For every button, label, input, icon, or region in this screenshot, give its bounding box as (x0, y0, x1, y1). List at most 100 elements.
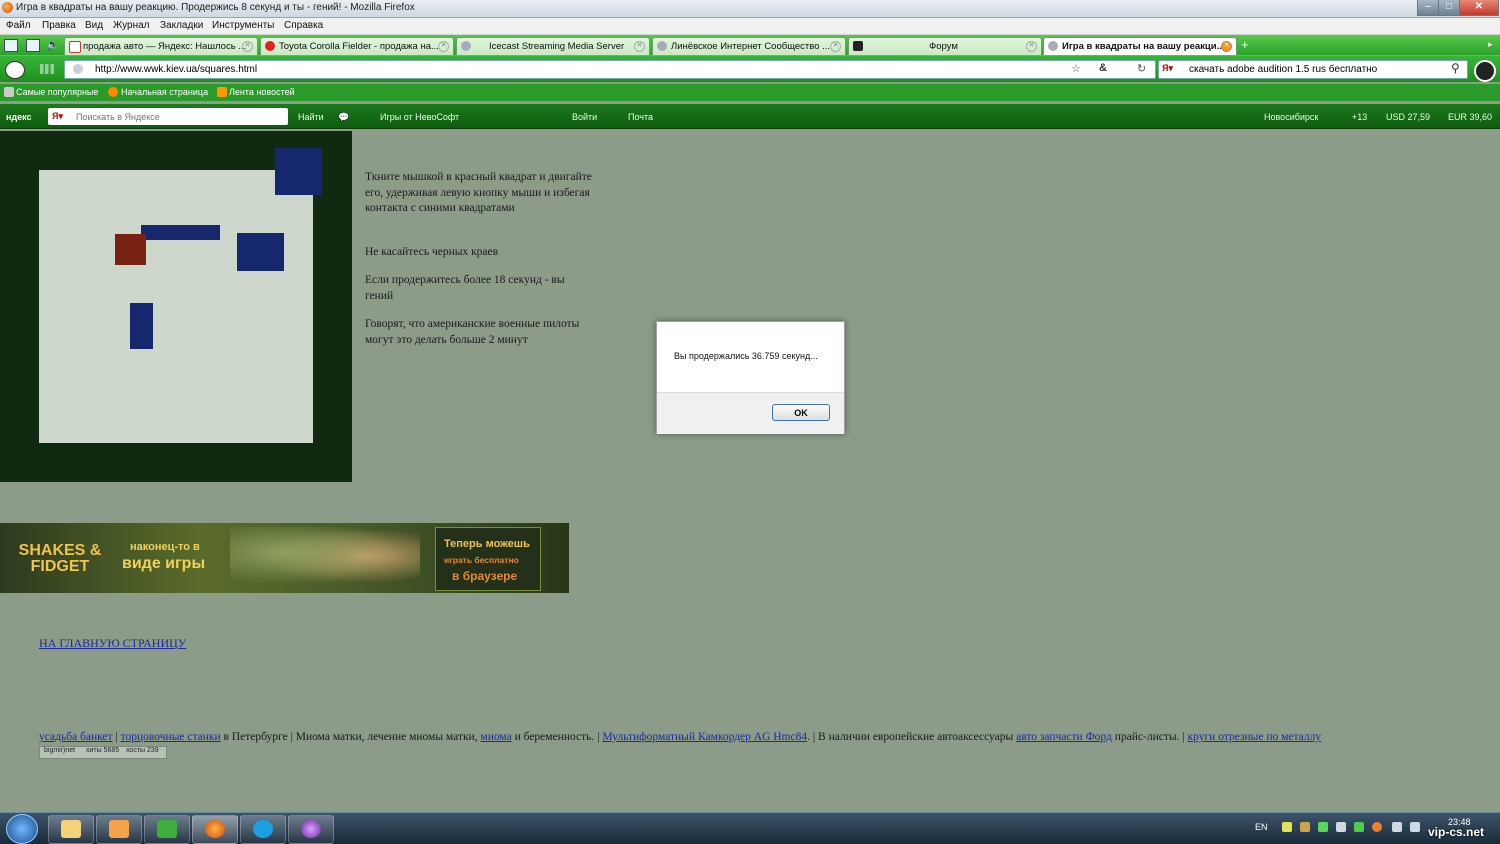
bookmark-news-feed[interactable]: Лента новостей (229, 87, 295, 97)
tray-icon[interactable] (1372, 822, 1382, 832)
start-button[interactable] (6, 814, 38, 844)
signal-icon (40, 64, 54, 74)
menu-history[interactable]: Журнал (113, 20, 150, 31)
menu-view[interactable]: Вид (85, 20, 103, 31)
tab-list-icon[interactable] (4, 39, 18, 52)
screen-icon[interactable] (26, 39, 40, 52)
taskbar-utorrent[interactable] (144, 815, 190, 844)
bookmark-popular[interactable]: Самые популярные (16, 87, 98, 97)
star-icon[interactable]: ☆ (1071, 62, 1081, 75)
magnifier-icon[interactable]: ⚲ (1451, 61, 1460, 75)
back-button[interactable] (5, 61, 25, 79)
tab-squares-game[interactable]: Игра в квадраты на вашу реакци... ✕ (1043, 37, 1237, 55)
tray-icon[interactable] (1336, 822, 1346, 832)
home-link[interactable]: НА ГЛАВНУЮ СТРАНИЦУ (39, 636, 186, 651)
bigmir-counter[interactable]: bigmir)net хиты 5685 хосты 239 (39, 746, 167, 759)
counter-hosts: хосты 239 (126, 747, 159, 754)
tab-forum[interactable]: Форум ✕ (848, 37, 1042, 55)
footer-link[interactable]: круги отрезные по металлу (1188, 731, 1322, 743)
taskbar-media-player[interactable] (96, 815, 142, 844)
media-player-icon (109, 820, 129, 838)
ok-button[interactable]: OK (772, 404, 830, 421)
red-square[interactable] (115, 234, 146, 265)
close-tab-icon[interactable]: ✕ (242, 41, 253, 52)
weather-temp[interactable]: +13 (1352, 112, 1367, 122)
yandex-find-button[interactable]: Найти (298, 112, 324, 122)
close-button[interactable]: ✕ (1459, 0, 1499, 16)
blue-square (141, 225, 220, 240)
banner-logo: SHAKES & FIDGET (18, 542, 102, 575)
counter-site: bigmir)net (44, 747, 76, 754)
menu-file[interactable]: Файл (6, 20, 31, 31)
tab-scroll-right-icon[interactable]: ▸ (1488, 39, 1493, 50)
usd-rate[interactable]: USD 27,59 (1386, 112, 1430, 122)
menu-help[interactable]: Справка (284, 20, 323, 31)
volume-icon[interactable] (1410, 822, 1420, 832)
yandex-icon (69, 41, 81, 53)
tab-label: Линёвское Интернет Сообщество ... (671, 41, 831, 52)
watermark: vip-cs.net (1428, 825, 1485, 839)
yandex-search-icon[interactable]: Я▾ (1162, 63, 1173, 74)
network-icon[interactable] (1392, 822, 1402, 832)
tab-toyota[interactable]: Toyota Corolla Fielder - продажа на... ✕ (260, 37, 454, 55)
instruction-text: Говорят, что американские военные пилоты… (365, 318, 580, 346)
taskbar-skype[interactable] (240, 815, 286, 844)
speaker-icon[interactable]: 🔈 (46, 38, 60, 51)
reload-icon[interactable]: ↻ (1137, 62, 1146, 75)
new-tab-button[interactable]: + (1241, 37, 1249, 52)
yandex-search-input[interactable] (74, 111, 278, 123)
eur-rate[interactable]: EUR 39,60 (1448, 112, 1492, 122)
chat-icon[interactable]: 💬 (338, 112, 349, 123)
url-input[interactable] (93, 63, 997, 76)
tray-icon[interactable] (1354, 822, 1364, 832)
login-button[interactable]: Войти (572, 112, 597, 122)
tab-linevo[interactable]: Линёвское Интернет Сообщество ... ✕ (652, 37, 846, 55)
yandex-brand[interactable]: ндекс (6, 112, 32, 122)
footer-link[interactable]: Мультиформатный Камкордер AG Hmc84 (602, 731, 807, 743)
site-identity-icon[interactable] (73, 64, 83, 74)
close-tab-icon[interactable]: ✕ (1026, 41, 1037, 52)
maximize-button[interactable]: □ (1438, 0, 1460, 16)
footer-link[interactable]: авто запчасти Форд (1016, 731, 1112, 743)
footer-text: | (112, 731, 121, 743)
mail-button[interactable]: Почта (628, 112, 653, 122)
search-box[interactable]: Я▾ ⚲ (1158, 60, 1468, 79)
city-label[interactable]: Новосибирск (1264, 112, 1318, 122)
taskbar-explorer[interactable] (48, 815, 94, 844)
amp-icon[interactable]: & (1099, 62, 1107, 74)
minimize-button[interactable]: – (1417, 0, 1439, 16)
tab-icecast[interactable]: Icecast Streaming Media Server ✕ (456, 37, 650, 55)
yandex-search-box[interactable]: Я▾ (48, 108, 288, 125)
ad-banner[interactable]: SHAKES & FIDGET наконец-то в виде игры Т… (0, 523, 569, 593)
menu-tools[interactable]: Инструменты (212, 20, 274, 31)
taskbar-app[interactable] (288, 815, 334, 844)
footer-link[interactable]: усадьба банкет (39, 731, 113, 743)
close-tab-icon[interactable]: ✕ (830, 41, 841, 52)
close-tab-icon[interactable]: ✕ (438, 41, 449, 52)
close-tab-icon[interactable]: ✕ (1221, 41, 1232, 52)
footer-link[interactable]: торцовочные станки (121, 731, 221, 743)
address-bar[interactable]: ☆ & ↻ (64, 60, 1156, 79)
bookmark-start-page[interactable]: Начальная страница (121, 87, 208, 97)
close-tab-icon[interactable]: ✕ (634, 41, 645, 52)
footer-link[interactable]: миома (480, 731, 511, 743)
tab-yandex[interactable]: продажа авто — Яндекс: Нашлось ... ✕ (64, 37, 258, 55)
search-input[interactable] (1187, 63, 1441, 76)
tab-label: Форум (929, 41, 958, 52)
addon-gear-icon[interactable] (1474, 60, 1496, 82)
games-button[interactable]: Игры от НевоСофт (380, 112, 459, 122)
taskbar-firefox[interactable] (192, 815, 238, 844)
game-field (39, 170, 313, 443)
blue-square (237, 233, 284, 271)
bookmarks-bar: Самые популярные Начальная страница Лент… (0, 84, 1500, 101)
utorrent-icon (157, 820, 177, 838)
blue-square (130, 303, 153, 349)
tray-icon[interactable] (1300, 822, 1310, 832)
tray-icon[interactable] (1282, 822, 1292, 832)
tray-icon[interactable] (1318, 822, 1328, 832)
instruction-text: Ткните мышкой в красный квадрат и двигай… (365, 171, 592, 214)
language-indicator[interactable]: EN (1255, 822, 1268, 832)
menu-bookmarks[interactable]: Закладки (160, 20, 203, 31)
menu-edit[interactable]: Правка (42, 20, 76, 31)
bookmark-icon (4, 87, 14, 97)
